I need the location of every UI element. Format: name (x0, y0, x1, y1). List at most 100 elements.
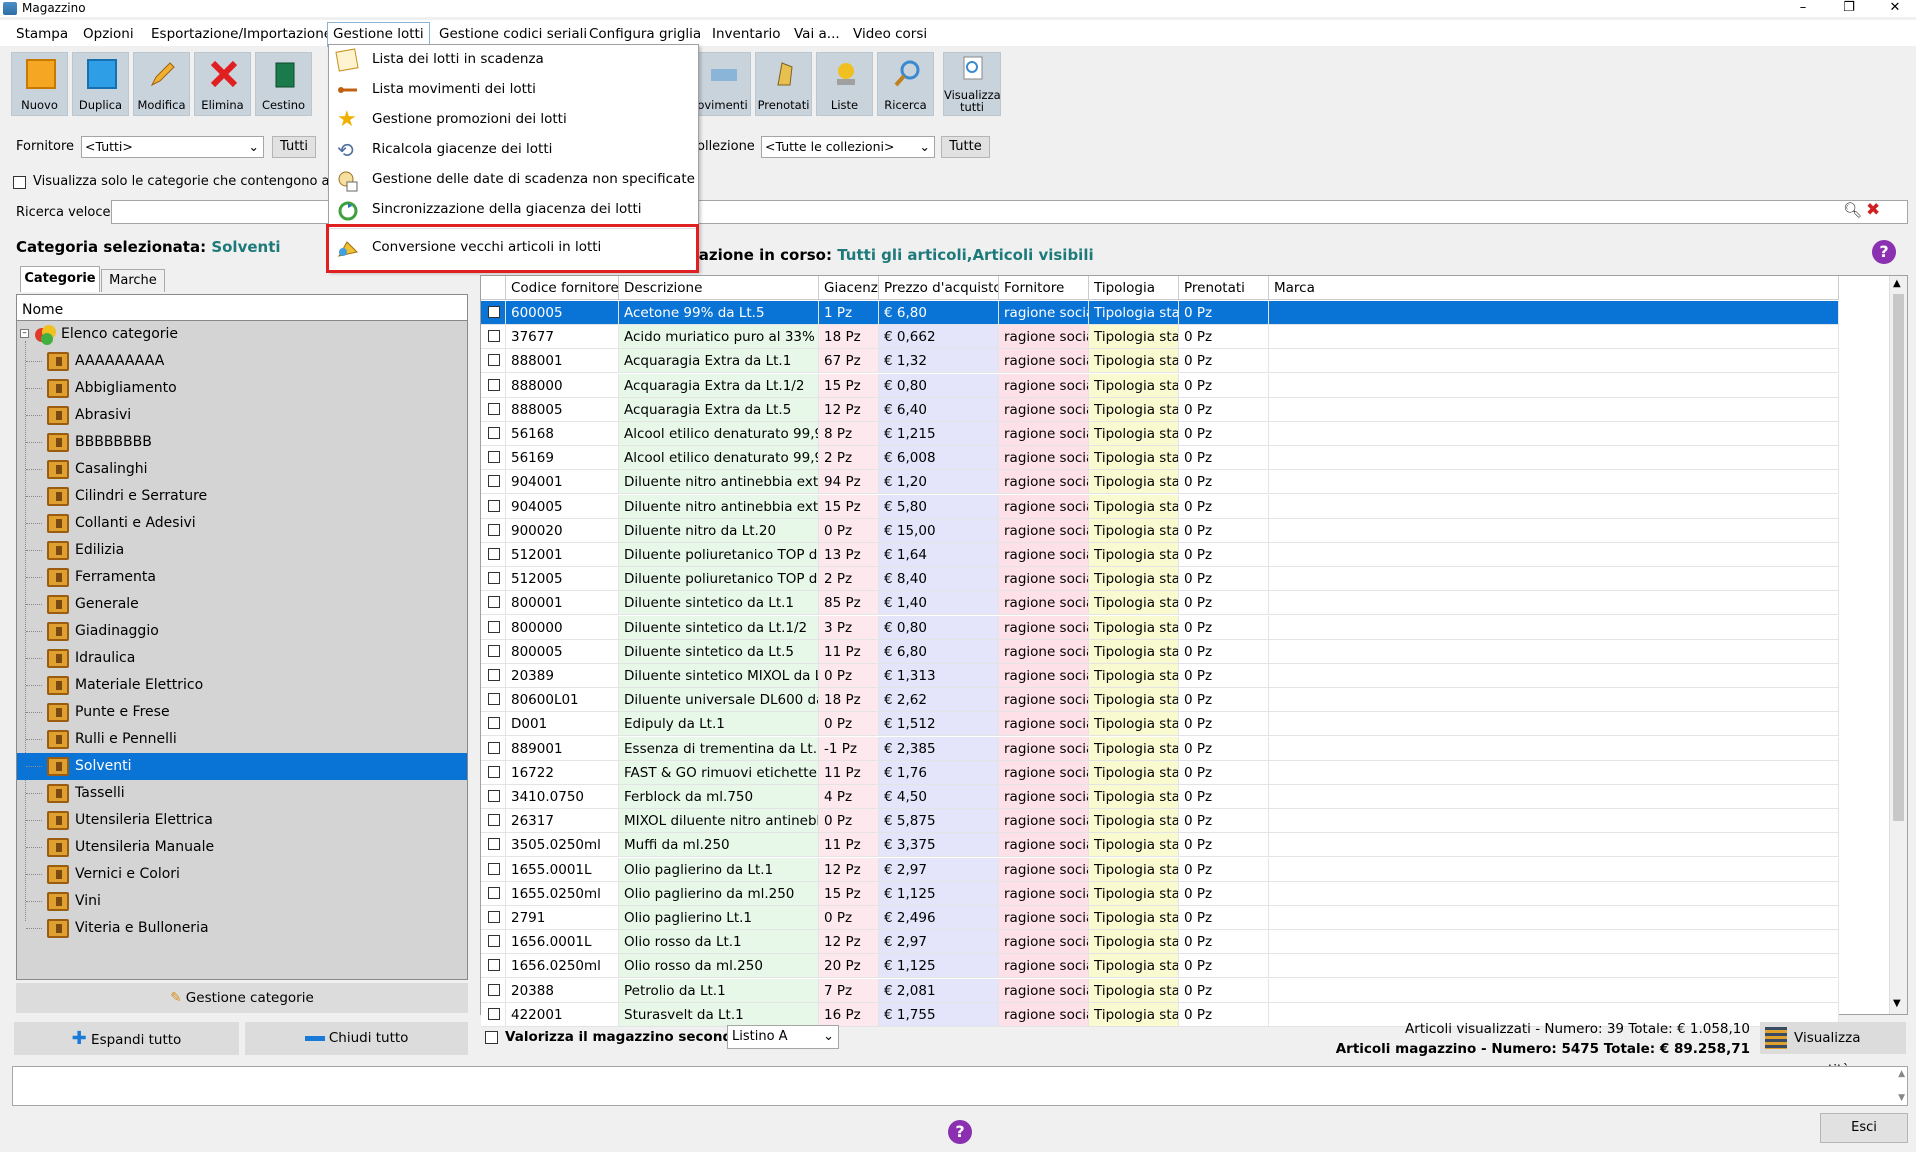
cestino-button[interactable]: Cestino (255, 52, 312, 116)
modifica-button[interactable]: Modifica (133, 52, 190, 116)
tree-item[interactable]: Giadinaggio (17, 618, 467, 645)
tree-item[interactable]: Vernici e Colori (17, 861, 467, 888)
fornitore-tutti-button[interactable]: Tutti (272, 136, 316, 158)
valorizza-checkbox[interactable] (485, 1031, 498, 1044)
tree-item[interactable]: AAAAAAAAA (17, 348, 467, 375)
tree-item[interactable]: Solventi (17, 753, 467, 780)
table-row[interactable]: 20388 Petrolio da Lt.1 7 Pz € 2,081 ragione … (481, 978, 1889, 1003)
menu-item-ricalcola-giacenze[interactable]: ⟲ Ricalcola giacenze dei lotti (329, 135, 698, 164)
row-checkbox[interactable] (488, 499, 500, 512)
table-row[interactable]: 600005 Acetone 99% da Lt.5 1 Pz € 6,80 ragio… (481, 301, 1889, 325)
row-checkbox[interactable] (488, 669, 500, 681)
menu-codici-seriali[interactable]: Gestione codici seriali (434, 24, 592, 44)
restore-button[interactable]: ❐ (1826, 0, 1872, 17)
table-row[interactable]: 888005 Acquaragia Extra da Lt.5 12 Pz € 6,4… (481, 397, 1889, 422)
grid-header-cell[interactable]: Prezzo d'acquisto (879, 276, 999, 300)
movimenti-button[interactable]: ovimenti (694, 52, 751, 116)
table-row[interactable]: 904001Diluente nitro antinebbia extra c9… (481, 470, 1889, 495)
chiudi-tutto-button[interactable]: Chiudi tutto (245, 1022, 468, 1055)
row-checkbox[interactable] (488, 596, 500, 609)
row-checkbox[interactable] (488, 451, 500, 464)
row-checkbox[interactable] (488, 644, 500, 657)
table-row[interactable]: 56168Alcool etilico denaturato 99,9 da8 … (481, 422, 1889, 446)
collezione-tutte-button[interactable]: Tutte (941, 136, 990, 158)
notes-area[interactable]: ▲ ▼ (12, 1066, 1908, 1106)
row-checkbox[interactable] (488, 354, 500, 367)
menu-video-corsi[interactable]: Video corsi (848, 24, 932, 44)
row-checkbox[interactable] (488, 790, 500, 802)
row-checkbox[interactable] (488, 862, 500, 875)
table-row[interactable]: 888000 Acquaragia Extra da Lt.1/2 15 Pz € 0… (481, 373, 1889, 398)
help-icon[interactable]: ? (1872, 240, 1896, 264)
row-checkbox[interactable] (488, 693, 500, 706)
table-row[interactable]: D001 Edipuly da Lt.1 0 Pz € 1,512 ragione so… (481, 712, 1889, 737)
grid-scrollbar[interactable]: ▲ ▼ (1889, 276, 1907, 1014)
menu-esportazione[interactable]: Esportazione/Importazione (146, 24, 337, 44)
row-checkbox[interactable] (488, 620, 500, 633)
gestione-categorie-button[interactable]: ✎ Gestione categorie (16, 983, 468, 1013)
table-row[interactable]: 800001 Diluente sintetico da Lt.1 85 Pz € 1… (481, 591, 1889, 616)
menu-item-date-scadenza[interactable]: Gestione delle date di scadenza non spec… (329, 165, 698, 194)
tree-item[interactable]: Casalinghi (17, 456, 467, 483)
visualizza-tutti-button[interactable]: Visualizza tutti (943, 52, 1001, 116)
menu-item-promozioni-lotti[interactable]: ★ Gestione promozioni dei lotti (329, 105, 698, 134)
menu-opzioni[interactable]: Opzioni (78, 24, 139, 44)
row-checkbox[interactable] (488, 548, 500, 560)
menu-stampa[interactable]: Stampa (11, 24, 73, 44)
row-checkbox[interactable] (488, 717, 500, 730)
help-icon[interactable]: ? (948, 1120, 972, 1144)
scroll-thumb[interactable] (1893, 294, 1904, 821)
menu-vai-a[interactable]: Vai a... (789, 24, 845, 44)
table-row[interactable]: 56169Alcool etilico denaturato 99,9 da2 … (481, 446, 1889, 471)
elimina-button[interactable]: Elimina (194, 52, 251, 116)
row-checkbox[interactable] (488, 427, 500, 439)
esci-button[interactable]: Esci (1820, 1113, 1908, 1143)
duplica-button[interactable]: Duplica (72, 52, 129, 116)
row-checkbox[interactable] (488, 983, 500, 996)
table-row[interactable]: 904005Diluente nitro antinebbia extra c1… (481, 494, 1889, 519)
minimize-button[interactable]: – (1780, 0, 1826, 17)
collapse-icon[interactable]: – (20, 329, 29, 338)
table-row[interactable]: 37677 Acido muriatico puro al 33% da 18 Pz… (481, 325, 1889, 350)
scroll-down-icon[interactable]: ▼ (1898, 1093, 1905, 1103)
grid-header-cell[interactable]: Fornitore (999, 276, 1089, 300)
grid-header-cell[interactable]: Descrizione (619, 276, 819, 300)
row-checkbox[interactable] (488, 765, 500, 778)
row-checkbox[interactable] (488, 572, 500, 585)
tree-item[interactable]: Collanti e Adesivi (17, 510, 467, 537)
table-row[interactable]: 888001 Acquaragia Extra da Lt.1 67 Pz € 1,3… (481, 349, 1889, 374)
menu-item-sincronizzazione[interactable]: Sincronizzazione della giacenza dei lott… (329, 195, 698, 224)
prenotati-button[interactable]: Prenotati (755, 52, 812, 116)
row-checkbox[interactable] (488, 959, 500, 972)
tab-marche[interactable]: Marche (101, 269, 165, 292)
table-row[interactable]: 900020 Diluente nitro da Lt.20 0 Pz € 15,00… (481, 518, 1889, 543)
menu-item-movimenti-lotti[interactable]: Lista movimenti dei lotti (329, 75, 698, 104)
table-row[interactable]: 512005Diluente poliuretanico TOP da Lt2 … (481, 567, 1889, 592)
table-row[interactable]: 20389 Diluente sintetico MIXOL da Lt.1 0 P… (481, 664, 1889, 688)
table-row[interactable]: 1655.0250ml Olio paglierino da ml.250 15 P… (481, 881, 1889, 906)
tree-item[interactable]: Edilizia (17, 537, 467, 564)
espandi-tutto-button[interactable]: ✚ Espandi tutto (14, 1022, 239, 1055)
tree-root-label[interactable]: Elenco categorie (61, 321, 178, 348)
grid-header-cell[interactable]: Giacenza (819, 276, 879, 300)
ricerca-button[interactable]: Ricerca (877, 52, 934, 116)
scroll-up-icon[interactable]: ▲ (1893, 278, 1901, 289)
search-icon[interactable]: 🔍︎ (1843, 201, 1862, 219)
row-checkbox[interactable] (488, 523, 500, 536)
table-row[interactable]: 2791 Olio paglierino Lt.1 0 Pz € 2,496 ragio… (481, 906, 1889, 930)
tab-categorie[interactable]: Categorie (20, 266, 100, 292)
table-row[interactable]: 800000 Diluente sintetico da Lt.1/2 3 Pz € … (481, 615, 1889, 640)
close-button[interactable]: ✕ (1872, 0, 1916, 17)
tree-item[interactable]: Ferramenta (17, 564, 467, 591)
only-categories-checkbox[interactable] (13, 176, 26, 189)
grid-header-cell[interactable]: Prenotati (1179, 276, 1269, 300)
row-checkbox[interactable] (488, 330, 500, 343)
table-row[interactable]: 80600L01Diluente universale DL600 da Lt1… (481, 688, 1889, 713)
row-checkbox[interactable] (488, 378, 500, 391)
nuovo-button[interactable]: Nuovo (11, 52, 68, 116)
row-checkbox[interactable] (488, 306, 500, 318)
tree-item[interactable]: BBBBBBBB (17, 429, 467, 456)
grid-header-cell[interactable]: Codice fornitore (506, 276, 619, 300)
listino-select[interactable]: Listino A ⌄ (727, 1025, 839, 1049)
scroll-down-icon[interactable]: ▼ (1893, 998, 1901, 1009)
